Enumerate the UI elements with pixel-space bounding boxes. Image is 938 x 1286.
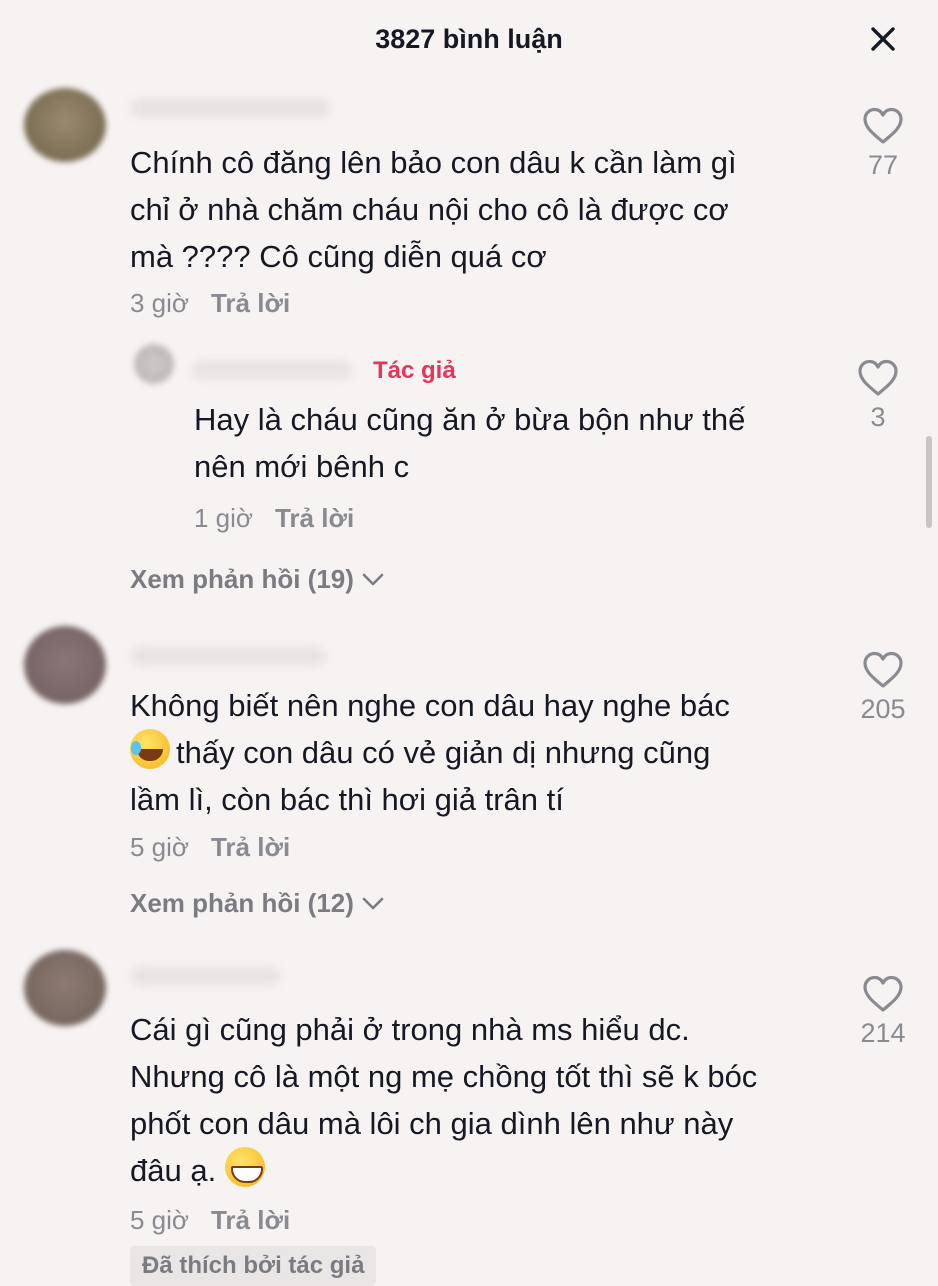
comment-text: Chính cô đăng lên bảo con dâu k cần làm … <box>130 145 737 274</box>
reply-text: Hay là cháu cũng ăn ở bừa bộn như thế nê… <box>194 402 746 484</box>
reply-time: 1 giờ <box>194 503 253 533</box>
comment-time: 3 giờ <box>130 288 189 318</box>
reply-button[interactable]: Trả lời <box>211 1205 290 1236</box>
comment-text: Cái gì cũng phải ở trong nhà ms hiểu dc.… <box>130 1012 758 1188</box>
view-replies-button[interactable]: Xem phản hồi (19) <box>130 564 386 595</box>
heart-outline-icon <box>863 651 903 688</box>
like-button[interactable]: 77 <box>853 106 913 181</box>
liked-by-author-badge: Đã thích bởi tác giả <box>130 1246 377 1286</box>
chevron-down-icon <box>362 897 384 909</box>
username-blurred[interactable] <box>130 98 330 118</box>
reply-button[interactable]: Trả lời <box>211 288 290 319</box>
heart-outline-icon <box>858 359 898 396</box>
like-button[interactable]: 3 <box>848 358 908 433</box>
avatar[interactable] <box>24 950 106 1026</box>
reply-button[interactable]: Trả lời <box>275 503 354 534</box>
like-count: 205 <box>860 694 906 724</box>
author-tag: Tác giả <box>373 357 456 384</box>
like-count: 214 <box>860 1018 906 1048</box>
comment-meta: 5 giờ Trả lời <box>130 832 290 863</box>
comment-text: Không biết nên nghe con dâu hay nghe bác… <box>130 688 730 817</box>
reply-button[interactable]: Trả lời <box>211 832 290 863</box>
comment-meta: 3 giờ Trả lời <box>130 288 290 319</box>
username-blurred[interactable] <box>130 646 326 666</box>
view-replies-label: Xem phản hồi (19) <box>130 564 354 594</box>
reply-meta: 1 giờ Trả lời <box>194 503 354 534</box>
comment-meta: 5 giờ Trả lời <box>130 1205 290 1236</box>
face-with-tears-of-joy-emoji <box>130 729 170 769</box>
scrollbar[interactable] <box>926 436 932 528</box>
chevron-down-icon <box>362 573 384 585</box>
grinning-face-emoji <box>224 1147 265 1187</box>
heart-outline-icon <box>863 107 903 144</box>
view-replies-label: Xem phản hồi (12) <box>130 888 354 918</box>
view-replies-button[interactable]: Xem phản hồi (12) <box>130 888 386 919</box>
like-count: 3 <box>870 402 886 432</box>
comment-time: 5 giờ <box>130 832 189 862</box>
close-button[interactable] <box>866 22 900 56</box>
like-button[interactable]: 205 <box>853 650 913 725</box>
comment-time: 5 giờ <box>130 1205 189 1235</box>
username-blurred[interactable] <box>130 966 280 986</box>
username-blurred[interactable] <box>192 360 352 380</box>
avatar[interactable] <box>134 344 174 384</box>
like-button[interactable]: 214 <box>853 974 913 1049</box>
avatar[interactable] <box>24 88 106 162</box>
comment-count-title: 3827 bình luận <box>375 24 563 54</box>
close-icon <box>871 27 895 51</box>
like-count: 77 <box>867 150 899 180</box>
avatar[interactable] <box>24 626 106 704</box>
heart-outline-icon <box>863 975 903 1012</box>
comments-header: 3827 bình luận <box>0 0 938 80</box>
